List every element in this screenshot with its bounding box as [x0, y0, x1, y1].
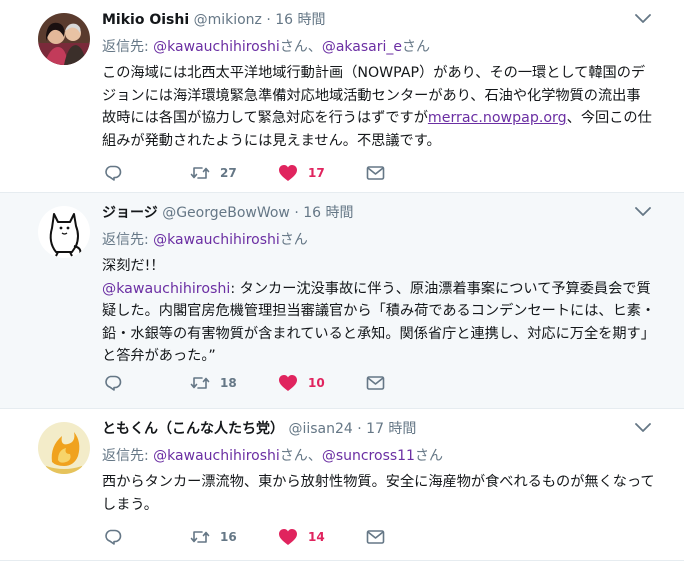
retweet-count: 18: [220, 376, 237, 390]
retweet-count: 16: [220, 530, 237, 544]
timestamp[interactable]: 16 時間: [275, 12, 325, 28]
tweet-text-line: 西からタンカー漂流物、東から放射性物質。安全に海産物が食べれるものが無くなって: [102, 474, 655, 490]
tweet-text-line: しまう。: [102, 496, 158, 513]
reply-suffix: さん: [401, 39, 430, 55]
direct-message-button[interactable]: [366, 372, 385, 394]
retweet-button[interactable]: 16: [190, 526, 237, 548]
display-name[interactable]: ジョージ: [102, 205, 158, 221]
reply-prefix: 返信先:: [102, 39, 154, 55]
retweet-icon: [190, 531, 210, 543]
tweet-text-line: この海域には北西太平洋地域行動計画（NOWPAP）があり、その一環として韓国のデ: [102, 65, 646, 81]
separator: ·: [294, 205, 299, 221]
tweet[interactable]: ジョージ @GeorgeBowWow · 16 時間 返信先: @kawauch…: [0, 193, 684, 409]
reply-context: 返信先: @kawauchihiroshiさん、@suncross11さん: [102, 446, 670, 466]
avatar[interactable]: [38, 13, 90, 65]
tweet-text-line: 故時には各国が協力して緊急対応を行うはずですがmerrac.nowpap.org…: [102, 107, 670, 130]
separator: ·: [266, 12, 271, 28]
like-button[interactable]: 17: [278, 162, 325, 184]
chevron-down-icon[interactable]: [634, 12, 652, 26]
avatar[interactable]: [38, 422, 90, 474]
tweet-text-segment: 、今回この仕: [566, 110, 652, 126]
reply-suffix: さん: [279, 232, 308, 248]
tweet-text: 西からタンカー漂流物、東から放射性物質。安全に海産物が食べれるものが無くなって …: [102, 471, 670, 516]
like-button[interactable]: 14: [278, 526, 325, 548]
separator: ·: [357, 421, 362, 437]
reply-icon: [105, 165, 122, 181]
reply-suffix: さん、: [279, 39, 322, 55]
chevron-down-icon[interactable]: [634, 205, 652, 219]
reply-context: 返信先: @kawauchihiroshiさん: [102, 230, 670, 250]
reply-suffix: さん: [414, 448, 443, 464]
reply-context: 返信先: @kawauchihiroshiさん、@akasari_eさん: [102, 37, 670, 57]
chevron-down-icon[interactable]: [634, 421, 652, 435]
reply-icon: [105, 529, 122, 545]
tweet-header: Mikio Oishi @mikionz · 16 時間: [102, 10, 670, 30]
envelope-icon: [366, 530, 385, 544]
reply-icon: [105, 375, 122, 391]
tweet-text-line: 組みが発動されたようには見えません。不思議です。: [102, 132, 441, 149]
heart-icon: [279, 529, 297, 545]
tweet-link[interactable]: merrac.nowpap.org: [428, 110, 567, 126]
reply-prefix: 返信先:: [102, 232, 154, 248]
user-handle[interactable]: @iisan24: [288, 421, 352, 437]
tweet-text: 深刻だ!！ @kawauchihiroshi: タンカー沈没事故に伴う、原油漂着…: [102, 255, 670, 368]
direct-message-button[interactable]: [366, 162, 385, 184]
tweet-text-line: と答弁があった。”: [102, 348, 216, 364]
direct-message-button[interactable]: [366, 526, 385, 548]
tweet-text-line: 疑した。内閣官房危機管理担当審議官から「積み荷であるコンデンセートには、ヒ素・: [102, 303, 656, 319]
reply-mention[interactable]: @suncross11: [322, 448, 415, 464]
avatar[interactable]: [38, 206, 90, 258]
retweet-count: 27: [220, 166, 237, 180]
reply-button[interactable]: [104, 372, 122, 394]
tweet-header: ともくん（こんな人たち党） @iisan24 · 17 時間: [102, 419, 670, 439]
reply-button[interactable]: [104, 162, 122, 184]
timeline: Mikio Oishi @mikionz · 16 時間 返信先: @kawau…: [0, 0, 684, 561]
user-handle[interactable]: @GeorgeBowWow: [162, 205, 290, 221]
reply-mention[interactable]: @kawauchihiroshi: [153, 232, 280, 248]
tweet[interactable]: Mikio Oishi @mikionz · 16 時間 返信先: @kawau…: [0, 0, 684, 193]
retweet-icon: [190, 167, 210, 179]
reply-mention[interactable]: @kawauchihiroshi: [153, 39, 280, 55]
envelope-icon: [366, 376, 385, 390]
display-name[interactable]: ともくん（こんな人たち党）: [102, 421, 284, 437]
tweet[interactable]: ともくん（こんな人たち党） @iisan24 · 17 時間 返信先: @kaw…: [0, 409, 684, 561]
heart-icon: [279, 165, 297, 181]
tweet-text-line: 深刻だ!！: [102, 258, 165, 274]
reply-suffix: さん、: [279, 448, 322, 464]
user-handle[interactable]: @mikionz: [194, 12, 262, 28]
tweet-text-line: @kawauchihiroshi: タンカー沈没事故に伴う、原油漂着事案について…: [102, 278, 670, 301]
like-count: 17: [308, 166, 325, 180]
tweet-text-line: 鉛・水銀等の有害物質が含まれていると承知。関係省庁と連携し、対応に万全を期す」: [102, 325, 655, 342]
like-button[interactable]: 10: [278, 372, 325, 394]
tweet-text-segment: 故時には各国が協力して緊急対応を行うはずですが: [102, 110, 428, 126]
reply-mention[interactable]: @akasari_e: [322, 39, 402, 55]
retweet-button[interactable]: 27: [190, 162, 237, 184]
retweet-icon: [190, 377, 210, 389]
heart-icon: [279, 375, 297, 391]
tweet-mention[interactable]: @kawauchihiroshi: [102, 281, 230, 297]
tweet-text-segment: : タンカー沈没事故に伴う、原油漂着事案について予算委員会で質: [230, 280, 651, 297]
retweet-button[interactable]: 18: [190, 372, 237, 394]
tweet-text-line: ジョンには海洋環境緊急準備対応地域活動センターがあり、石油や化学物質の流出事: [102, 87, 641, 104]
like-count: 14: [308, 530, 325, 544]
display-name[interactable]: Mikio Oishi: [102, 12, 189, 28]
reply-prefix: 返信先:: [102, 448, 154, 464]
like-count: 10: [308, 376, 325, 390]
timestamp[interactable]: 16 時間: [303, 205, 353, 221]
reply-mention[interactable]: @kawauchihiroshi: [153, 448, 280, 464]
reply-button[interactable]: [104, 526, 122, 548]
timestamp[interactable]: 17 時間: [366, 421, 416, 437]
envelope-icon: [366, 166, 385, 180]
tweet-text: この海域には北西太平洋地域行動計画（NOWPAP）があり、その一環として韓国のデ…: [102, 62, 670, 152]
tweet-header: ジョージ @GeorgeBowWow · 16 時間: [102, 203, 670, 223]
